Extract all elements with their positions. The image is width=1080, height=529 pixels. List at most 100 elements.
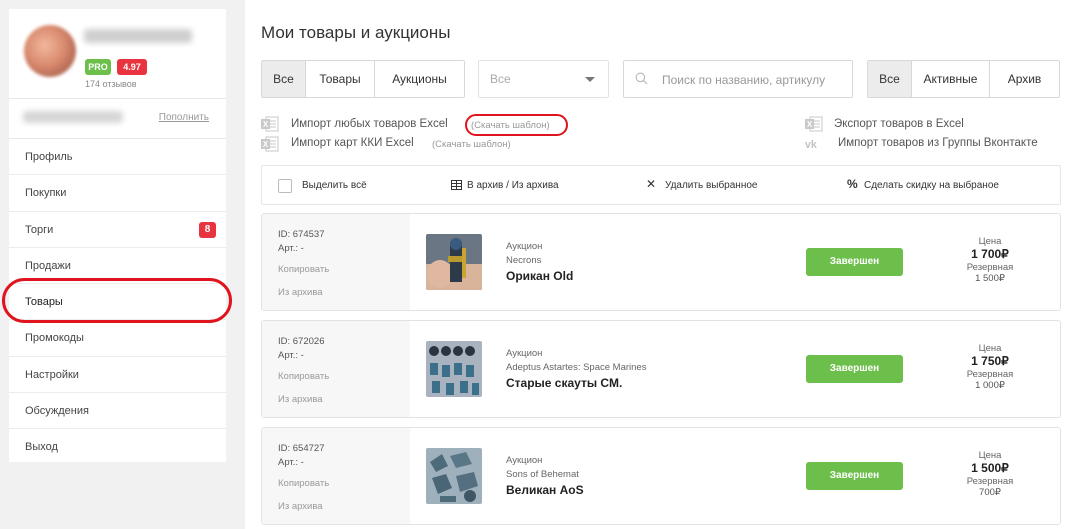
import-vk-link[interactable]: Импорт товаров из Группы Вконтакте: [838, 137, 1038, 149]
unarchive-button[interactable]: Из архива: [278, 287, 323, 298]
price-block: Цена 1 700₽ Резервная 1 500₽: [955, 236, 1025, 284]
reserve-value: 1 500₽: [975, 273, 1005, 284]
sidebar-item-label: Обсуждения: [25, 405, 89, 418]
sidebar-item-settings[interactable]: Настройки: [9, 357, 226, 394]
sidebar-item-label: Покупки: [25, 187, 67, 200]
product-thumbnail[interactable]: [426, 341, 482, 397]
highlight-oval-goods: [2, 278, 232, 323]
type-filter-all[interactable]: Все: [262, 61, 306, 97]
type-filter-goods[interactable]: Товары: [306, 61, 375, 97]
product-title[interactable]: Орикан Old: [506, 269, 573, 283]
sidebar-item-label: Выход: [25, 441, 58, 454]
search-box: [623, 60, 853, 98]
product-sku: Арт.: -: [278, 243, 304, 254]
reviews-count[interactable]: 174 отзывов: [85, 79, 137, 89]
chevron-down-icon: [585, 77, 595, 82]
import-any-link[interactable]: Импорт любых товаров Excel: [291, 118, 448, 130]
sidebar-item-bids[interactable]: Торги 8: [9, 212, 226, 248]
sidebar-item-label: Настройки: [25, 368, 79, 381]
copy-button[interactable]: Копировать: [278, 478, 329, 489]
status-badge: Завершен: [806, 462, 903, 490]
delete-selected-button[interactable]: Удалить выбранное: [665, 180, 757, 191]
price-value: 1 500₽: [971, 461, 1009, 475]
status-filter-archive[interactable]: Архив: [990, 61, 1059, 97]
status-filter-active[interactable]: Активные: [912, 61, 990, 97]
product-card: ID: 672026 Арт.: - Копировать Из архива …: [261, 320, 1061, 418]
percent-icon: %: [847, 177, 858, 191]
sidebar-item-label: Профиль: [25, 151, 73, 163]
price-block: Цена 1 500₽ Резервная 700₽: [955, 450, 1025, 498]
search-input[interactable]: [662, 70, 847, 90]
rating-badge: 4.97: [117, 59, 147, 75]
sidebar-item-discussions[interactable]: Обсуждения: [9, 393, 226, 430]
price-label: Цена: [978, 343, 1002, 354]
product-card: ID: 654727 Арт.: - Копировать Из архива …: [261, 427, 1061, 525]
unarchive-button[interactable]: Из архива: [278, 394, 323, 405]
price-label: Цена: [978, 236, 1002, 247]
discount-selected-button[interactable]: Сделать скидку на выбраное: [864, 180, 999, 191]
product-sku: Арт.: -: [278, 350, 304, 361]
svg-text:X: X: [807, 120, 813, 129]
archive-icon: [451, 180, 462, 190]
product-thumbnail[interactable]: [426, 234, 482, 290]
select-all-label[interactable]: Выделить всё: [302, 180, 367, 191]
sidebar-item-logout[interactable]: Выход: [9, 429, 226, 465]
product-id: ID: 672026: [278, 336, 325, 347]
product-thumbnail[interactable]: [426, 448, 482, 504]
reserve-label: Резервная: [966, 476, 1014, 487]
sidebar-item-label: Промокоды: [25, 332, 84, 345]
balance-blurred: [23, 111, 123, 123]
copy-button[interactable]: Копировать: [278, 371, 329, 382]
copy-button[interactable]: Копировать: [278, 264, 329, 275]
status-badge: Завершен: [806, 355, 903, 383]
page-title: Мои товары и аукционы: [261, 23, 451, 42]
product-id: ID: 674537: [278, 229, 325, 240]
reserve-label: Резервная: [966, 369, 1014, 380]
sidebar-item-label: Продажи: [25, 259, 71, 272]
username-blurred[interactable]: [84, 29, 192, 43]
product-title[interactable]: Великан AoS: [506, 483, 584, 497]
sidebar-item-purchases[interactable]: Покупки: [9, 175, 226, 212]
topup-link[interactable]: Пополнить: [159, 112, 209, 123]
price-value: 1 700₽: [971, 247, 1009, 261]
excel-icon: X: [805, 116, 823, 132]
pro-badge: PRO: [85, 59, 111, 75]
bids-count-badge: 8: [199, 221, 216, 238]
product-title[interactable]: Старые скауты СМ.: [506, 376, 622, 390]
search-icon: [635, 72, 648, 85]
listing-type: Аукцион: [506, 348, 543, 359]
listing-type: Аукцион: [506, 241, 543, 252]
status-filter: Все Активные Архив: [867, 60, 1060, 98]
svg-text:vk: vk: [805, 139, 817, 151]
archive-toggle-button[interactable]: В архив / Из архива: [467, 180, 559, 191]
product-category: Adeptus Astartes: Space Marines: [506, 362, 647, 373]
close-icon: ✕: [646, 177, 657, 191]
sidebar-item-profile[interactable]: Профиль: [9, 139, 226, 176]
type-filter-auctions[interactable]: Аукционы: [375, 61, 464, 97]
main-panel: Мои товары и аукционы Все Товары Аукцион…: [245, 0, 1080, 529]
status-filter-all[interactable]: Все: [868, 61, 912, 97]
excel-icon: X: [261, 116, 279, 132]
vk-icon: vk: [805, 139, 817, 151]
status-badge: Завершен: [806, 248, 903, 276]
type-filter: Все Товары Аукционы: [261, 60, 465, 98]
category-select-value: Все: [490, 72, 511, 86]
export-excel-link[interactable]: Экспорт товаров в Excel: [834, 118, 964, 130]
product-sku: Арт.: -: [278, 457, 304, 468]
excel-icon: X: [261, 136, 279, 152]
profile-block: PRO 4.97 174 отзывов: [9, 9, 226, 99]
select-all-checkbox[interactable]: [278, 179, 292, 193]
product-category: Sons of Behemat: [506, 469, 579, 480]
product-card: ID: 674537 Арт.: - Копировать Из архива …: [261, 213, 1061, 311]
price-block: Цена 1 750₽ Резервная 1 000₽: [955, 343, 1025, 391]
avatar[interactable]: [24, 25, 76, 77]
sidebar-item-label: Торги: [25, 223, 54, 236]
listing-type: Аукцион: [506, 455, 543, 466]
sidebar-item-promocodes[interactable]: Промокоды: [9, 320, 226, 357]
download-template-cards-link[interactable]: (Скачать шаблон): [432, 139, 511, 150]
import-cards-link[interactable]: Импорт карт ККИ Excel: [291, 137, 414, 149]
product-category: Necrons: [506, 255, 542, 266]
highlight-oval-template: [465, 114, 568, 136]
category-select[interactable]: Все: [478, 60, 609, 98]
unarchive-button[interactable]: Из архива: [278, 501, 323, 512]
